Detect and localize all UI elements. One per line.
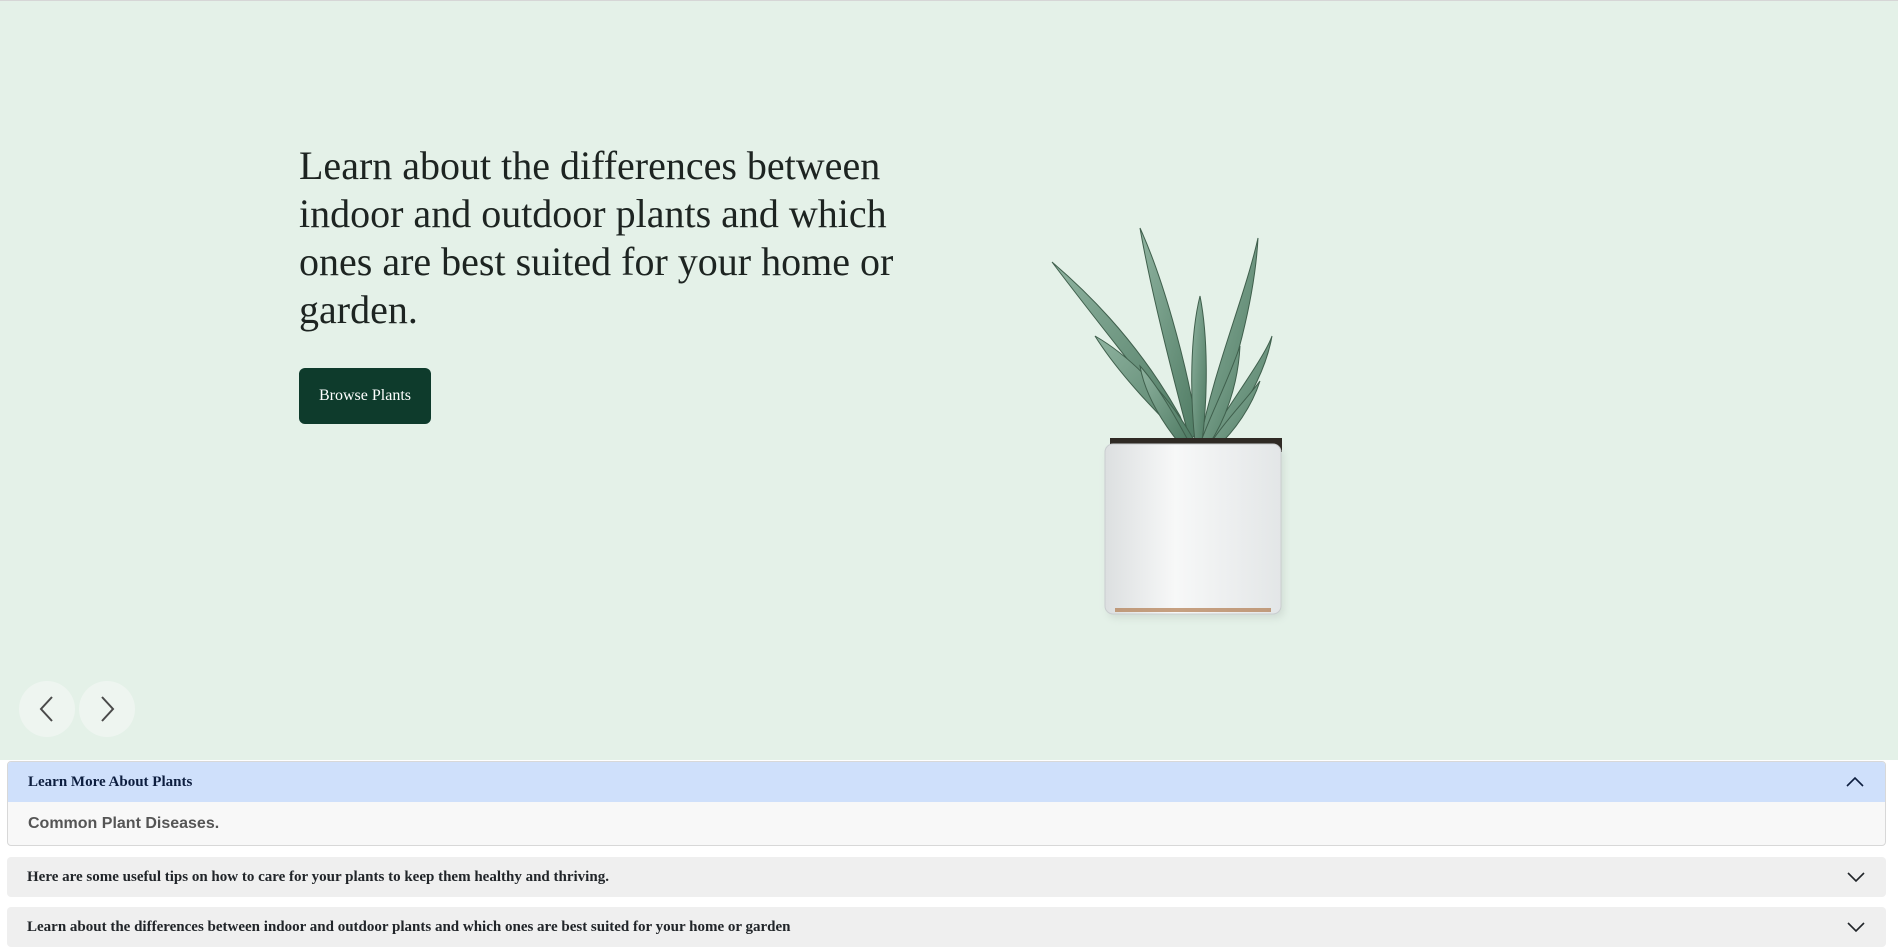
hero-carousel: Learn about the differences between indo… (0, 1, 1898, 760)
accordion-title: Learn More About Plants (28, 773, 193, 790)
hero-headline: Learn about the differences between indo… (299, 143, 894, 332)
chevron-down-icon (1846, 920, 1866, 934)
accordion-item-indoor-outdoor: Learn about the differences between indo… (7, 907, 1886, 947)
potted-succulent-image (1051, 227, 1284, 618)
accordion-title: Here are some useful tips on how to care… (27, 868, 609, 885)
accordion-title: Learn about the differences between indo… (27, 918, 791, 935)
accordion-header-indoor-outdoor[interactable]: Learn about the differences between indo… (7, 907, 1886, 947)
accordion-header-care-tips[interactable]: Here are some useful tips on how to care… (7, 857, 1886, 897)
accordion-header-learn-more[interactable]: Learn More About Plants (8, 762, 1885, 802)
chevron-right-icon (101, 696, 115, 722)
carousel-next-button[interactable] (79, 681, 135, 737)
browse-plants-button[interactable]: Browse Plants (299, 368, 431, 424)
chevron-up-icon (1845, 775, 1865, 789)
accordion-body-text: Common Plant Diseases. (28, 814, 220, 832)
chevron-left-icon (39, 696, 53, 722)
accordion-item-learn-more: Learn More About Plants Common Plant Dis… (7, 761, 1886, 846)
carousel-prev-button[interactable] (19, 681, 75, 737)
accordion-item-care-tips: Here are some useful tips on how to care… (7, 857, 1886, 897)
chevron-down-icon (1846, 870, 1866, 884)
